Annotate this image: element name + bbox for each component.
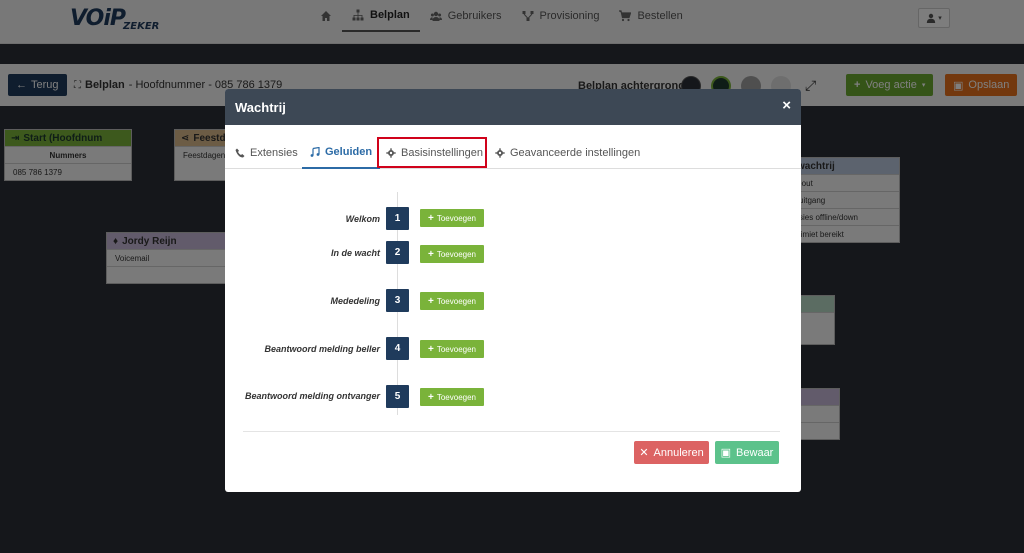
row-label-mededeling: Mededeling xyxy=(330,296,380,306)
toevoegen-label: Toevoegen xyxy=(436,344,476,354)
row-label-welkom: Welkom xyxy=(345,214,380,224)
close-icon: ✕ xyxy=(639,447,649,459)
toevoegen-button-in-de-wacht[interactable]: + Toevoegen xyxy=(420,245,484,263)
toevoegen-label: Toevoegen xyxy=(436,296,476,306)
plus-icon: + xyxy=(428,212,434,224)
highlight-box xyxy=(377,137,487,168)
save-button-label: Bewaar xyxy=(736,446,774,459)
row-number-badge: 1 xyxy=(386,207,409,230)
phone-icon xyxy=(235,148,245,158)
cancel-button-label: Annuleren xyxy=(653,446,704,459)
plus-icon: + xyxy=(428,295,434,307)
row-number-badge: 5 xyxy=(386,385,409,408)
tab-geavanceerde-instellingen[interactable]: Geavanceerde instellingen xyxy=(487,137,648,169)
plus-icon: + xyxy=(428,343,434,355)
close-icon[interactable]: × xyxy=(782,98,791,114)
modal-footer-divider xyxy=(243,431,780,432)
toevoegen-button-welkom[interactable]: + Toevoegen xyxy=(420,209,484,227)
tab-geavanceerde-label: Geavanceerde instellingen xyxy=(510,147,641,159)
row-number-badge: 2 xyxy=(386,241,409,264)
plus-icon: + xyxy=(428,248,434,260)
gear-icon xyxy=(495,148,505,158)
floppy-icon: ▣ xyxy=(720,447,732,459)
music-icon xyxy=(310,147,320,157)
row-number-badge: 4 xyxy=(386,337,409,360)
save-button[interactable]: ▣ Bewaar xyxy=(715,441,779,464)
plus-icon: + xyxy=(428,391,434,403)
tab-extensies-label: Extensies xyxy=(250,147,298,159)
modal-tabs: Extensies Geluiden Basisinstellingen Gea… xyxy=(225,133,801,169)
row-label-in-de-wacht: In de wacht xyxy=(330,248,380,258)
toevoegen-button-mededeling[interactable]: + Toevoegen xyxy=(420,292,484,310)
tab-geluiden[interactable]: Geluiden xyxy=(302,137,381,169)
toevoegen-label: Toevoegen xyxy=(436,213,476,223)
toevoegen-button-ontvanger[interactable]: + Toevoegen xyxy=(420,388,484,406)
toevoegen-label: Toevoegen xyxy=(436,249,476,259)
wachtrij-modal: Wachtrij × Extensies Geluiden Basisinste… xyxy=(225,89,801,492)
toevoegen-label: Toevoegen xyxy=(436,392,476,402)
modal-header: Wachtrij × xyxy=(225,89,801,125)
toevoegen-button-beller[interactable]: + Toevoegen xyxy=(420,340,484,358)
modal-title: Wachtrij xyxy=(235,99,286,115)
row-label-beantwoord-melding-beller: Beantwoord melding beller xyxy=(264,344,380,354)
tab-extensies[interactable]: Extensies xyxy=(227,137,306,169)
tab-geluiden-label: Geluiden xyxy=(325,146,373,158)
row-number-badge: 3 xyxy=(386,289,409,312)
row-label-beantwoord-melding-ontvanger: Beantwoord melding ontvanger xyxy=(244,391,380,401)
cancel-button[interactable]: ✕ Annuleren xyxy=(634,441,709,464)
